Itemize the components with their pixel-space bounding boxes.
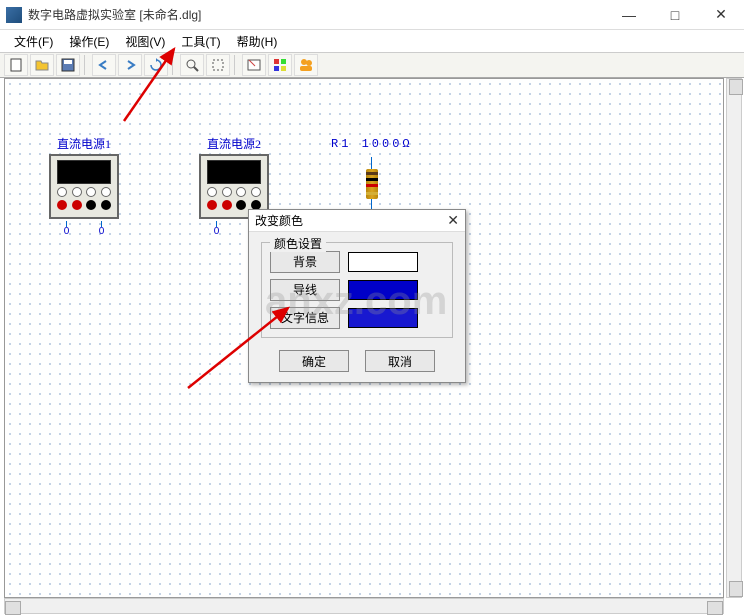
dialog-close-button[interactable]: ✕ bbox=[447, 212, 459, 229]
window-controls: — □ ✕ bbox=[606, 0, 744, 30]
menu-operate[interactable]: 操作(E) bbox=[61, 31, 117, 52]
window-title: 数字电路虚拟实验室 [未命名.dlg] bbox=[28, 6, 606, 23]
groupbox-title: 颜色设置 bbox=[270, 235, 326, 252]
new-button[interactable] bbox=[4, 54, 28, 76]
maximize-button[interactable]: □ bbox=[652, 0, 698, 30]
component-psu1[interactable]: 直流电源1 00 bbox=[49, 135, 119, 237]
component-r1[interactable]: R1 1000Ω bbox=[331, 137, 413, 207]
psu2-label: 直流电源2 bbox=[199, 135, 269, 152]
wire-color-swatch[interactable] bbox=[348, 280, 418, 300]
psu2-screen bbox=[207, 160, 261, 184]
annotation-arrow-2 bbox=[178, 288, 318, 398]
undo-button[interactable] bbox=[92, 54, 116, 76]
r1-label: R1 1000Ω bbox=[331, 137, 413, 151]
bg-color-swatch[interactable] bbox=[348, 252, 418, 272]
dialog-title-text: 改变颜色 bbox=[255, 212, 447, 229]
settings-button[interactable] bbox=[242, 54, 266, 76]
bg-color-button[interactable]: 背景 bbox=[270, 251, 340, 273]
titlebar: 数字电路虚拟实验室 [未命名.dlg] — □ ✕ bbox=[0, 0, 744, 30]
psu1-body[interactable] bbox=[49, 154, 119, 219]
psu1-screen bbox=[57, 160, 111, 184]
toolbar bbox=[0, 52, 744, 78]
minimize-button[interactable]: — bbox=[606, 0, 652, 30]
palette-button[interactable] bbox=[268, 54, 292, 76]
open-button[interactable] bbox=[30, 54, 54, 76]
users-button[interactable] bbox=[294, 54, 318, 76]
annotation-arrow-1 bbox=[114, 41, 204, 131]
text-color-swatch[interactable] bbox=[348, 308, 418, 328]
canvas[interactable]: 直流电源1 00 直流电源2 00 R1 1000Ω a bbox=[4, 78, 724, 598]
app-icon bbox=[6, 7, 22, 23]
menubar: 文件(F) 操作(E) 视图(V) 工具(T) 帮助(H) bbox=[0, 30, 744, 52]
menu-file[interactable]: 文件(F) bbox=[6, 31, 61, 52]
psu1-label: 直流电源1 bbox=[49, 135, 119, 152]
save-button[interactable] bbox=[56, 54, 80, 76]
scrollbar-horizontal[interactable] bbox=[4, 598, 724, 614]
dialog-titlebar[interactable]: 改变颜色 ✕ bbox=[249, 210, 465, 232]
close-button[interactable]: ✕ bbox=[698, 0, 744, 30]
region-button[interactable] bbox=[206, 54, 230, 76]
menu-help[interactable]: 帮助(H) bbox=[229, 31, 286, 52]
scrollbar-vertical[interactable] bbox=[726, 78, 742, 598]
cancel-button[interactable]: 取消 bbox=[365, 350, 435, 372]
